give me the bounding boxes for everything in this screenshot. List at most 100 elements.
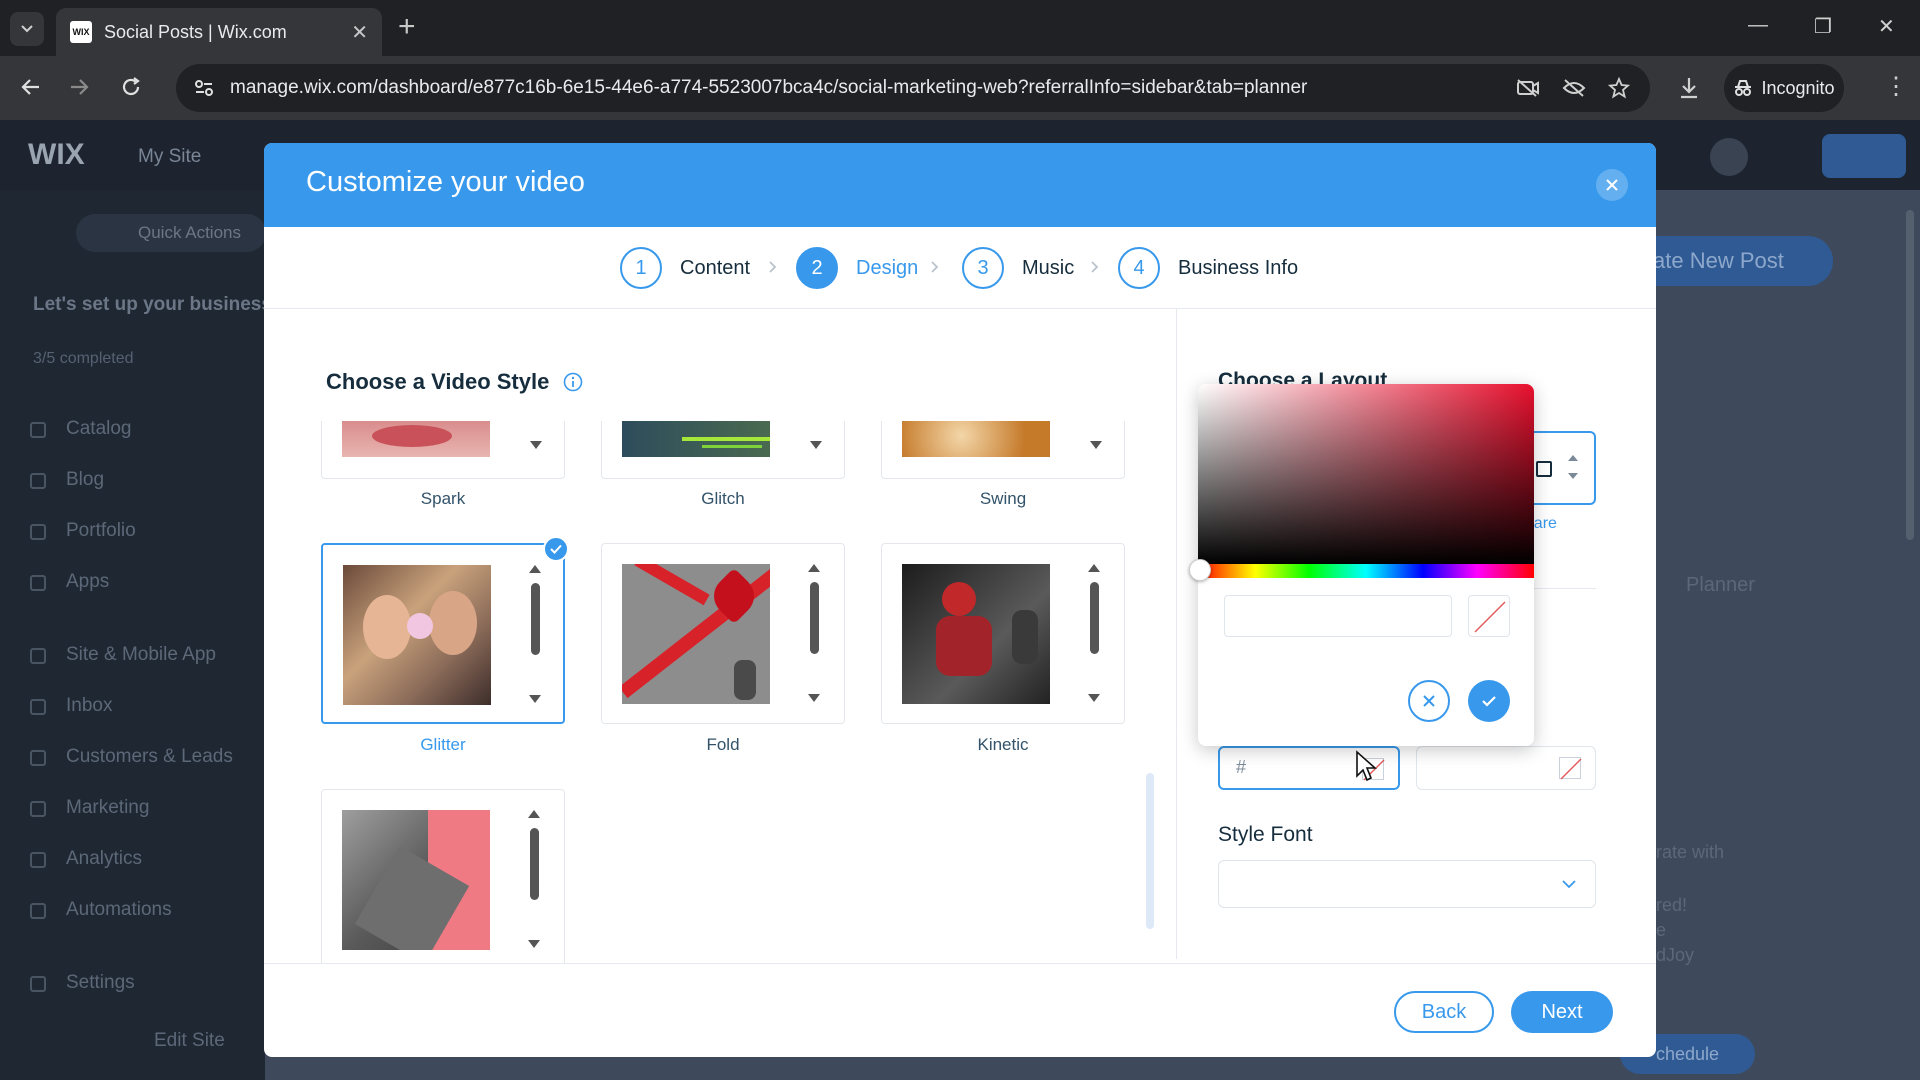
spark-thumbnail <box>342 421 490 457</box>
scroll-down-arrow-icon[interactable] <box>1090 441 1102 449</box>
scroll-up-arrow-icon[interactable] <box>528 810 540 818</box>
browser-tab[interactable]: WIX Social Posts | Wix.com ✕ <box>56 8 382 56</box>
download-icon[interactable] <box>1678 76 1700 100</box>
browser-menu-icon[interactable]: ⋮ <box>1884 72 1908 101</box>
glitter-scroller[interactable] <box>529 565 543 705</box>
sidebar-item-site-mobile-app[interactable]: Site & Mobile App <box>66 644 216 666</box>
wix-logo: WIX <box>28 138 85 171</box>
tab-search-button[interactable] <box>10 12 44 46</box>
style-card-kinetic[interactable] <box>881 543 1125 724</box>
kinetic-scroller[interactable] <box>1088 564 1102 704</box>
bookmark-star-icon[interactable] <box>1608 77 1630 99</box>
bg-snippet: dJoy <box>1656 945 1695 965</box>
edit-site-button[interactable]: Edit Site <box>154 1030 225 1052</box>
step-content[interactable]: Content <box>680 257 750 280</box>
sidebar-item-automations[interactable]: Automations <box>66 899 172 921</box>
sidebar-item-customers-leads[interactable]: Customers & Leads <box>66 746 233 768</box>
step-music[interactable]: Music <box>1022 257 1074 280</box>
upgrade-button[interactable] <box>1822 134 1906 178</box>
chevron-up-icon[interactable] <box>1568 455 1578 461</box>
page-scrollbar[interactable] <box>1906 210 1914 540</box>
tab-close-icon[interactable]: ✕ <box>351 20 368 45</box>
sidebar-item-apps[interactable]: Apps <box>66 571 109 593</box>
site-selector[interactable]: My Site <box>138 146 201 168</box>
site-settings-icon[interactable] <box>194 79 214 97</box>
scroll-down-arrow-icon[interactable] <box>1088 694 1100 702</box>
scroll-up-arrow-icon[interactable] <box>529 565 541 573</box>
address-bar[interactable]: manage.wix.com/dashboard/e877c16b-6e15-4… <box>176 64 1650 112</box>
sidebar-item-blog[interactable]: Blog <box>66 469 104 491</box>
style-card-glitch[interactable] <box>601 421 845 479</box>
sidebar-item-marketing[interactable]: Marketing <box>66 797 149 819</box>
scroll-down-arrow-icon[interactable] <box>808 694 820 702</box>
style-font-dropdown[interactable] <box>1218 860 1596 908</box>
incognito-badge[interactable]: Incognito <box>1724 64 1844 112</box>
step-design[interactable]: Design <box>856 257 918 280</box>
scroll-down-arrow-icon[interactable] <box>810 441 822 449</box>
step-business-info[interactable]: Business Info <box>1178 257 1298 280</box>
reload-icon[interactable] <box>120 76 142 98</box>
quick-actions-button[interactable]: Quick Actions <box>76 214 266 252</box>
style-card-swing[interactable] <box>881 421 1125 479</box>
sidebar-item-inbox[interactable]: Inbox <box>66 695 112 717</box>
camera-off-icon[interactable] <box>1516 78 1540 98</box>
sidebar-item-portfolio[interactable]: Portfolio <box>66 520 136 542</box>
picker-cancel-button[interactable] <box>1408 680 1450 722</box>
secondary-color-input[interactable] <box>1416 746 1596 790</box>
step-3-number[interactable]: 3 <box>962 247 1004 289</box>
style-font-label: Style Font <box>1218 823 1313 846</box>
scroll-thumb[interactable] <box>530 828 539 900</box>
style-card-spark[interactable] <box>321 421 565 479</box>
scroll-up-arrow-icon[interactable] <box>1088 564 1100 572</box>
eye-off-icon[interactable] <box>1562 78 1586 98</box>
style-card-glitter[interactable] <box>321 543 565 724</box>
picker-confirm-button[interactable] <box>1468 680 1510 722</box>
info-icon[interactable] <box>563 372 583 392</box>
sidebar-item-catalog[interactable]: Catalog <box>66 418 132 440</box>
hue-slider-handle[interactable] <box>1189 559 1211 581</box>
window-close-icon[interactable]: ✕ <box>1878 14 1895 39</box>
checkmark-icon <box>1482 696 1496 707</box>
back-arrow-icon[interactable] <box>20 76 42 98</box>
create-new-post-button[interactable]: ate New Post <box>1625 236 1833 286</box>
step-4-number[interactable]: 4 <box>1118 247 1160 289</box>
saturation-area[interactable] <box>1198 384 1534 564</box>
scroll-thumb[interactable] <box>1090 582 1099 654</box>
secondary-color-swatch[interactable] <box>1559 757 1582 780</box>
scroll-down-arrow-icon[interactable] <box>530 441 542 449</box>
style-list-scrollbar[interactable] <box>1146 773 1154 929</box>
panel-divider <box>1176 309 1177 959</box>
forward-arrow-icon[interactable] <box>68 76 90 98</box>
restore-icon[interactable]: ❐ <box>1814 14 1832 39</box>
style-card-fold[interactable] <box>601 543 845 724</box>
picker-hex-input[interactable] <box>1224 595 1452 637</box>
scroll-up-arrow-icon[interactable] <box>808 564 820 572</box>
chevron-down-icon[interactable] <box>1568 473 1578 479</box>
avatar[interactable] <box>1710 138 1748 176</box>
step-1-number[interactable]: 1 <box>620 247 662 289</box>
scroll-thumb[interactable] <box>810 582 819 654</box>
customers-icon <box>30 750 46 766</box>
setup-progress: 3/5 completed <box>33 350 134 367</box>
close-icon <box>1423 695 1435 707</box>
sidebar-item-analytics[interactable]: Analytics <box>66 848 142 870</box>
scroll-thumb[interactable] <box>531 583 540 655</box>
back-button[interactable]: Back <box>1394 991 1494 1033</box>
scroll-down-arrow-icon[interactable] <box>529 695 541 703</box>
browser-toolbar: manage.wix.com/dashboard/e877c16b-6e15-4… <box>0 56 1920 120</box>
modal-header: Customize your video <box>264 143 1656 227</box>
style-card-7[interactable] <box>321 789 565 963</box>
kinetic-thumbnail <box>902 564 1050 704</box>
style-7-scroller[interactable] <box>528 810 542 950</box>
next-button[interactable]: Next <box>1511 991 1613 1033</box>
step-2-number[interactable]: 2 <box>796 247 838 289</box>
modal-close-button[interactable] <box>1596 169 1628 201</box>
hue-slider[interactable] <box>1198 564 1534 578</box>
minimize-icon[interactable]: — <box>1748 14 1768 37</box>
new-tab-button[interactable]: + <box>398 10 416 44</box>
planner-text: Planner <box>1686 574 1755 596</box>
scroll-down-arrow-icon[interactable] <box>528 940 540 948</box>
fold-scroller[interactable] <box>808 564 822 704</box>
modal-footer-divider <box>264 963 1656 964</box>
sidebar-item-settings[interactable]: Settings <box>66 972 135 994</box>
